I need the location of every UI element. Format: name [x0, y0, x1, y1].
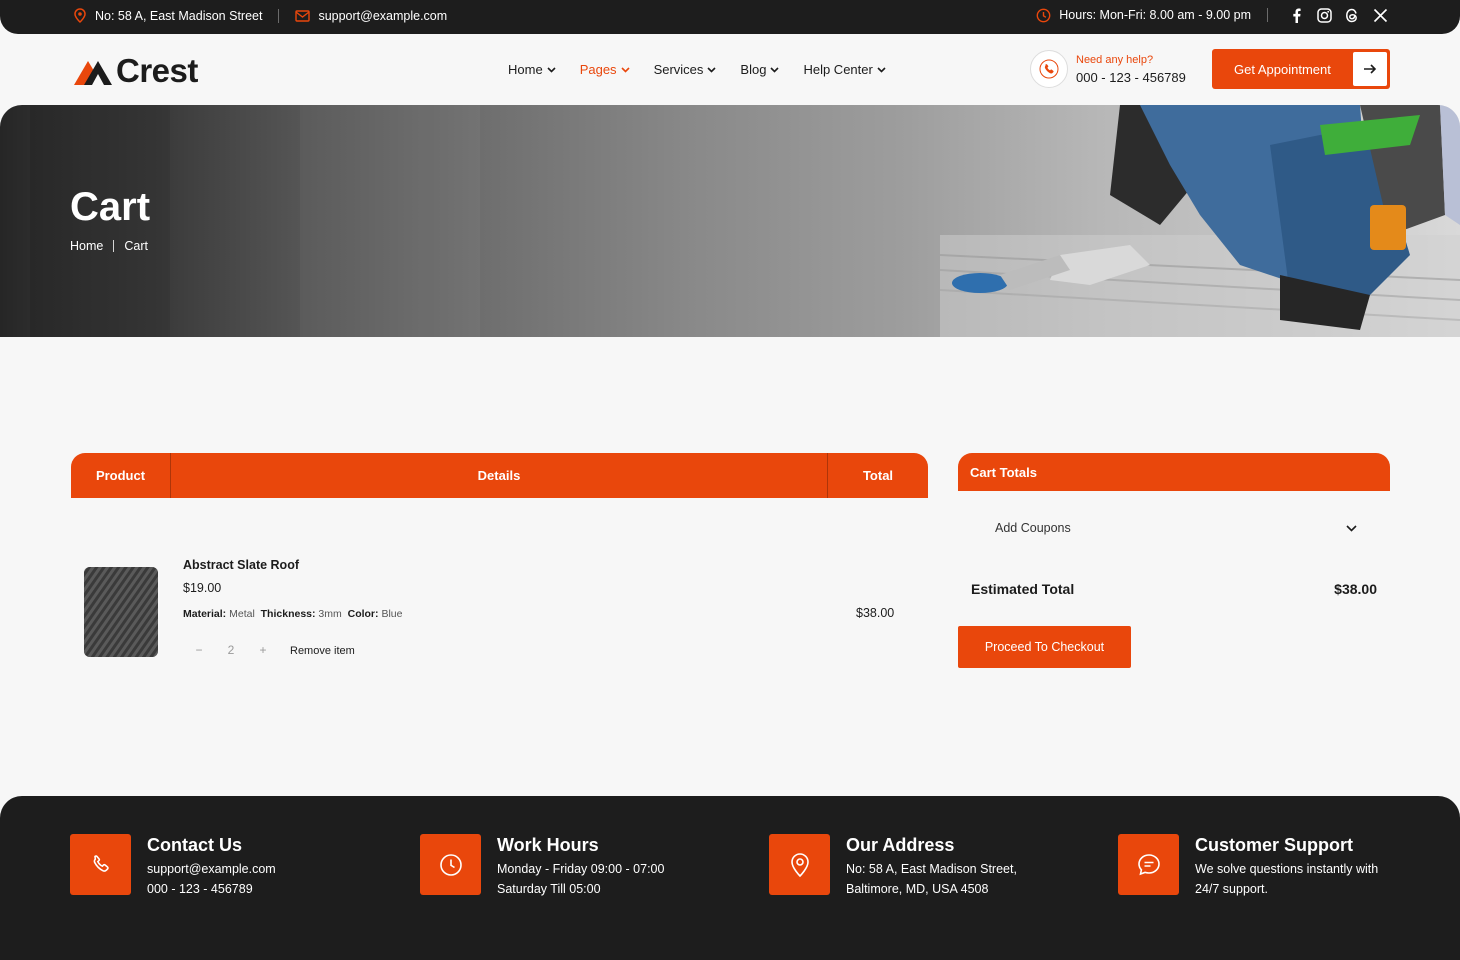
site-header: Crest Home Pages Services Blog Help Cent… — [0, 34, 1460, 106]
chevron-down-icon — [1346, 524, 1357, 532]
divider — [278, 8, 280, 23]
attr-thickness-value: 3mm — [318, 608, 342, 620]
page-title: Cart — [70, 185, 151, 229]
footer-card-line: No: 58 A, East Madison Street, — [846, 862, 1017, 876]
cart-table-header: Product Details Total — [71, 453, 928, 498]
appointment-label: Get Appointment — [1234, 61, 1331, 77]
nav-label: Blog — [740, 62, 767, 77]
footer-support-card: Customer Support We solve questions inst… — [1118, 834, 1378, 896]
nav-home[interactable]: Home — [508, 62, 556, 77]
page-hero-banner: Cart Home Cart — [0, 105, 1460, 337]
product-thumbnail[interactable] — [84, 567, 158, 657]
footer-card-title: Contact Us — [147, 835, 243, 855]
product-price: $19.00 — [183, 581, 222, 595]
site-footer: Contact Us support@example.com 000 - 123… — [0, 796, 1460, 960]
clock-icon — [1036, 8, 1051, 23]
topbar-address: No: 58 A, East Madison Street — [95, 8, 263, 23]
chevron-down-icon — [620, 66, 630, 73]
breadcrumb: Home Cart — [70, 239, 148, 253]
estimated-total-label: Estimated Total — [971, 581, 1075, 597]
chevron-down-icon — [547, 66, 556, 73]
quantity-value[interactable]: 2 — [215, 643, 247, 657]
quantity-increase-button[interactable]: + — [247, 643, 279, 657]
topbar-email-link[interactable]: support@example.com — [318, 9, 447, 23]
footer-card-line: Baltimore, MD, USA 4508 — [846, 882, 989, 896]
nav-label: Help Center — [803, 62, 873, 77]
breadcrumb-current: Cart — [124, 239, 148, 253]
footer-address-card: Our Address No: 58 A, East Madison Stree… — [769, 834, 1017, 896]
footer-card-line: Saturday Till 05:00 — [497, 882, 601, 896]
topbar-hours: Hours: Mon-Fri: 8.00 am - 9.00 pm — [1059, 8, 1251, 22]
phone-icon — [70, 834, 131, 895]
location-pin-icon — [769, 834, 830, 895]
chevron-down-icon — [877, 66, 886, 73]
footer-card-title: Our Address — [846, 835, 955, 855]
footer-card-line: Monday - Friday 09:00 - 07:00 — [497, 862, 665, 876]
nav-label: Services — [653, 62, 704, 77]
quantity-stepper: − 2 + — [183, 643, 279, 657]
chat-bubble-icon — [1118, 834, 1179, 895]
nav-services[interactable]: Services — [654, 62, 717, 77]
remove-item-button[interactable]: Remove item — [290, 645, 355, 657]
facebook-icon[interactable] — [1288, 7, 1304, 23]
logo[interactable]: Crest — [72, 52, 198, 90]
estimated-total-row: Estimated Total $38.00 — [971, 581, 1377, 597]
footer-card-line: We solve questions instantly with — [1195, 862, 1379, 876]
help-phone: 000 - 123 - 456789 — [1076, 69, 1186, 85]
phone-icon — [1039, 59, 1059, 79]
attr-color-label: Color: — [347, 608, 379, 620]
logo-text: Crest — [116, 52, 198, 89]
coupon-label: Add Coupons — [995, 521, 1071, 535]
quantity-decrease-button[interactable]: − — [183, 643, 215, 657]
column-header-total: Total — [862, 468, 894, 483]
instagram-icon[interactable] — [1316, 7, 1332, 23]
clock-icon — [420, 834, 481, 895]
footer-card-line: 24/7 support. — [1195, 882, 1268, 896]
roofer-worker-image — [940, 105, 1460, 337]
product-attributes: Material: Metal Thickness: 3mm Color: Bl… — [183, 608, 402, 620]
attr-material-value: Metal — [229, 608, 255, 620]
location-pin-icon — [72, 8, 87, 23]
arrow-right-icon — [1353, 52, 1387, 86]
product-name[interactable]: Abstract Slate Roof — [183, 558, 299, 572]
nav-blog[interactable]: Blog — [740, 62, 780, 77]
envelope-icon — [295, 8, 311, 23]
cart-totals-header: Cart Totals — [958, 453, 1390, 491]
help-contact[interactable]: Need any help? 000 - 123 - 456789 — [1030, 50, 1186, 88]
nav-help-center[interactable]: Help Center — [803, 62, 886, 77]
column-header-product: Product — [71, 453, 171, 498]
footer-hours-card: Work Hours Monday - Friday 09:00 - 07:00… — [420, 834, 664, 896]
footer-email-link[interactable]: support@example.com — [147, 862, 276, 876]
chevron-down-icon — [770, 66, 780, 73]
add-coupons-toggle[interactable]: Add Coupons — [995, 521, 1357, 535]
breadcrumb-separator — [113, 240, 115, 252]
nav-pages[interactable]: Pages — [580, 62, 630, 77]
proceed-to-checkout-button[interactable]: Proceed To Checkout — [958, 626, 1131, 668]
help-phone-badge — [1030, 50, 1068, 88]
estimated-total-value: $38.00 — [1334, 581, 1377, 597]
nav-label: Pages — [579, 62, 617, 77]
threads-icon[interactable] — [1344, 7, 1360, 23]
column-header-details: Details — [171, 453, 828, 498]
footer-card-title: Work Hours — [497, 835, 599, 855]
x-twitter-icon[interactable] — [1372, 7, 1388, 23]
nav-label: Home — [508, 62, 543, 77]
main-nav: Home Pages Services Blog Help Center — [508, 62, 886, 77]
line-total: $38.00 — [856, 606, 895, 620]
logo-mark-icon — [74, 61, 112, 85]
get-appointment-button[interactable]: Get Appointment — [1212, 49, 1390, 89]
help-label: Need any help? — [1076, 53, 1154, 66]
top-bar: No: 58 A, East Madison Street support@ex… — [0, 0, 1460, 34]
divider — [1267, 8, 1268, 22]
chevron-down-icon — [707, 66, 716, 73]
footer-phone-link[interactable]: 000 - 123 - 456789 — [147, 882, 276, 896]
attr-thickness-label: Thickness: — [260, 608, 316, 620]
footer-card-title: Customer Support — [1195, 835, 1354, 855]
attr-color-value: Blue — [381, 608, 403, 620]
footer-contact-card: Contact Us support@example.com 000 - 123… — [70, 834, 276, 896]
breadcrumb-home-link[interactable]: Home — [70, 239, 103, 253]
attr-material-label: Material: — [183, 608, 227, 620]
